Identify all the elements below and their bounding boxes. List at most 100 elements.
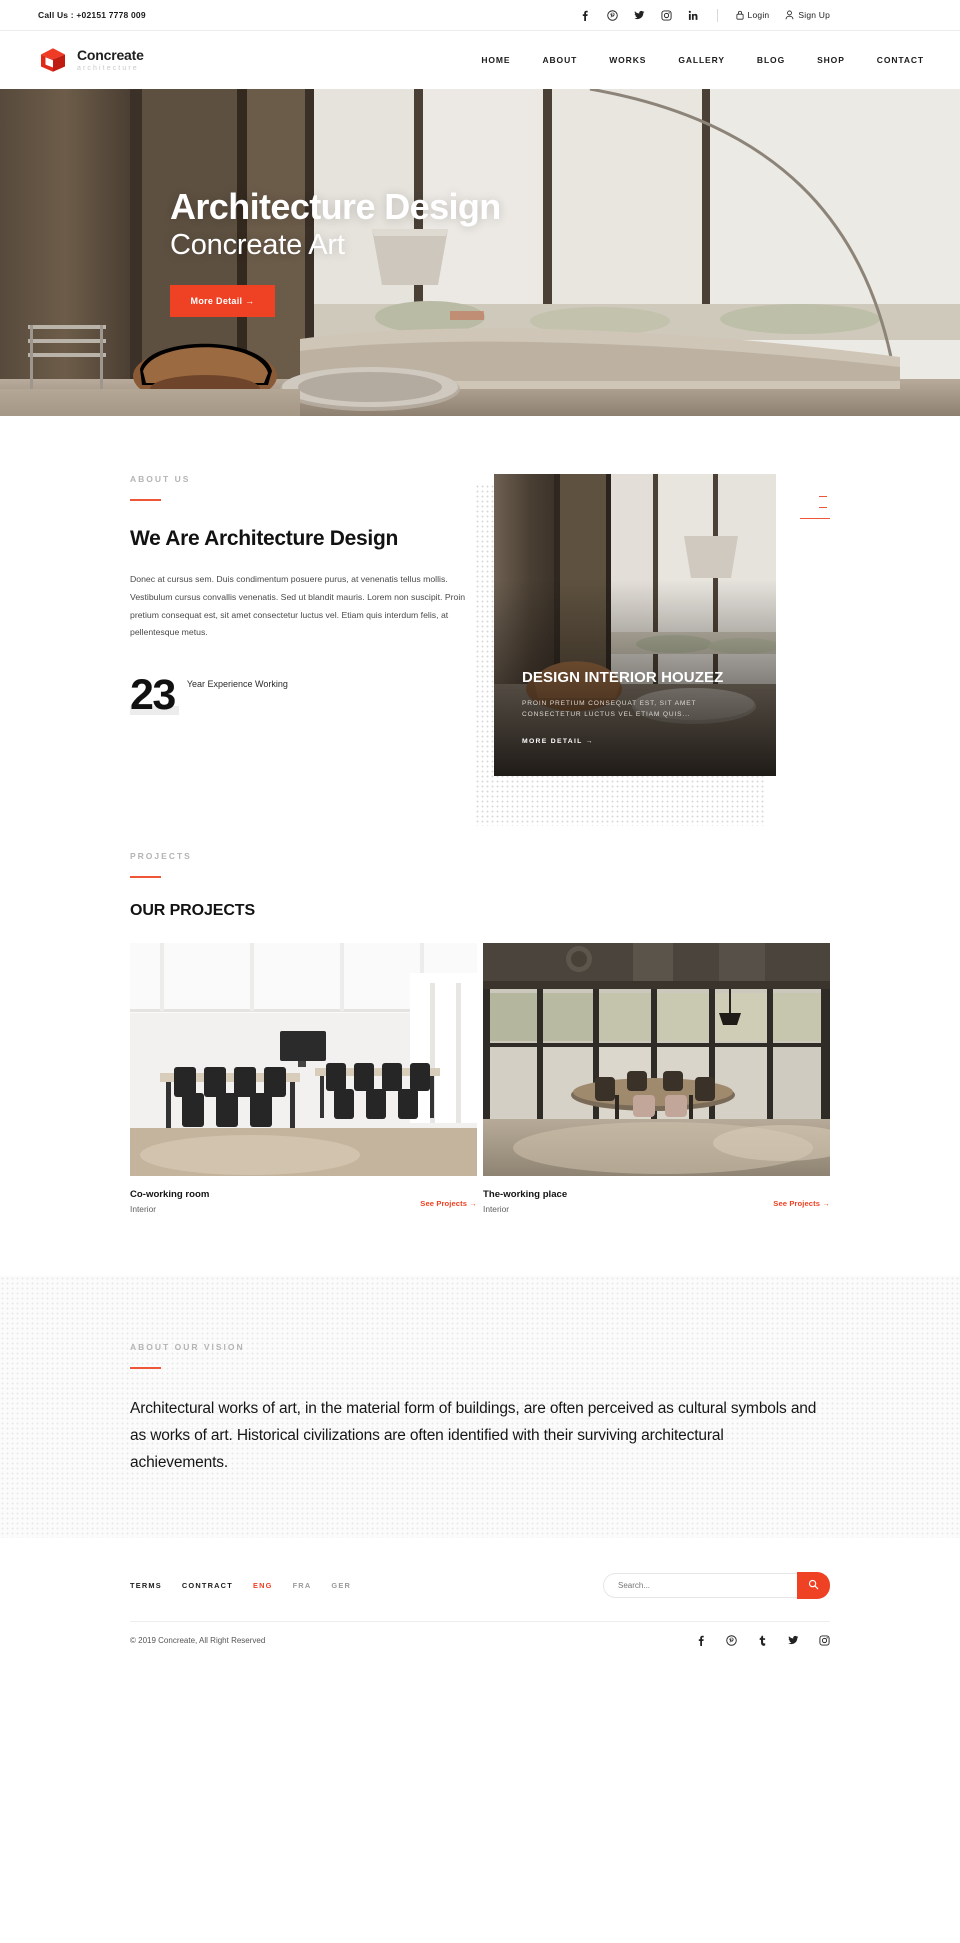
brand-text: Concreate architecture xyxy=(77,48,144,72)
projects-heading: OUR PROJECTS xyxy=(130,902,256,919)
about-card-link[interactable]: MORE DETAIL → xyxy=(522,738,594,745)
hero-subtitle: Concreate Art xyxy=(170,229,345,261)
projects-eyebrow: PROJECTS xyxy=(130,851,192,861)
brand-tagline: architecture xyxy=(77,65,139,72)
pinterest-icon[interactable] xyxy=(726,1635,737,1646)
login-label: Login xyxy=(747,10,770,20)
nav-item-gallery[interactable]: GALLERY xyxy=(662,55,741,65)
dot-pattern-bottom xyxy=(475,774,765,826)
facebook-icon[interactable] xyxy=(695,1635,706,1646)
hero-content: Architecture Design Concreate Art More D… xyxy=(170,89,501,416)
about-card-text: PROIN PRETIUM CONSEQUAT EST, SIT AMET CO… xyxy=(522,699,697,719)
experience-label: Year Experience Working xyxy=(186,679,288,690)
about-image-column: DESIGN INTERIOR HOUZEZ PROIN PRETIUM CON… xyxy=(475,474,830,826)
project-category: Interior xyxy=(483,1203,510,1214)
linkedin-icon[interactable] xyxy=(688,10,699,21)
top-bar: Call Us : +02151 7778 009 Login Sign Up xyxy=(0,0,960,31)
nav-item-contact[interactable]: CONTACT xyxy=(861,55,924,65)
nav-item-about[interactable]: ABOUT xyxy=(526,55,593,65)
copyright-text: © 2019 Concreate, All Right Reserved xyxy=(130,1635,266,1645)
project-see-projects-link[interactable]: See Projects → xyxy=(773,1189,830,1208)
instagram-icon[interactable] xyxy=(819,1635,830,1646)
user-icon xyxy=(785,10,794,20)
facebook-icon[interactable] xyxy=(580,10,591,21)
accent-tick-top xyxy=(819,496,827,497)
project-category: Interior xyxy=(130,1203,157,1214)
projects-grid: Co-working room Interior See Projects → xyxy=(130,942,830,1214)
nav-item-shop[interactable]: SHOP xyxy=(801,55,861,65)
pinterest-icon[interactable] xyxy=(606,9,618,21)
vision-statement: Architectural works of art, in the mater… xyxy=(130,1399,817,1471)
accent-tick-long xyxy=(800,518,830,519)
about-feature-card[interactable]: DESIGN INTERIOR HOUZEZ PROIN PRETIUM CON… xyxy=(494,474,776,776)
project-card[interactable]: Co-working room Interior See Projects → xyxy=(130,942,477,1214)
language-eng[interactable]: ENG xyxy=(253,1581,273,1590)
footer-social-links xyxy=(695,1635,830,1646)
project-title: The-working place xyxy=(483,1188,568,1200)
twitter-icon[interactable] xyxy=(788,1635,799,1646)
project-see-projects-link[interactable]: See Projects → xyxy=(420,1189,477,1208)
footer-top-row: TERMS CONTRACT ENG FRA GER xyxy=(130,1571,830,1599)
project-text: The-working place Interior xyxy=(483,1189,567,1214)
footer-container: TERMS CONTRACT ENG FRA GER Search... © 2… xyxy=(130,1571,830,1672)
projects-section: PROJECTS OUR PROJECTS Co-working room In… xyxy=(130,776,830,1214)
about-card-body: DESIGN INTERIOR HOUZEZ PROIN PRETIUM CON… xyxy=(522,669,758,748)
auth-links: Login Sign Up xyxy=(736,10,830,20)
about-section-container: ABOUT US We Are Architecture Design Done… xyxy=(130,416,830,1214)
page-root: Call Us : +02151 7778 009 Login Sign Up … xyxy=(0,0,960,1672)
vision-section: ABOUT OUR VISION Architectural works of … xyxy=(0,1275,960,1538)
search-submit-button[interactable] xyxy=(797,1571,830,1599)
about-heading: We Are Architecture Design xyxy=(130,527,398,550)
vision-rule xyxy=(130,1366,161,1369)
vision-eyebrow: ABOUT OUR VISION xyxy=(130,1341,245,1352)
main-navigation: HOME ABOUT WORKS GALLERY BLOG SHOP CONTA… xyxy=(465,55,924,65)
language-switcher: ENG FRA GER xyxy=(253,1581,351,1590)
vision-container: ABOUT OUR VISION Architectural works of … xyxy=(130,1342,830,1476)
project-image-working-place xyxy=(483,942,830,1176)
twitter-icon[interactable] xyxy=(633,10,645,21)
language-ger[interactable]: GER xyxy=(331,1581,351,1590)
top-bar-divider xyxy=(716,8,718,22)
search-box[interactable] xyxy=(603,1572,798,1598)
footer-links: TERMS CONTRACT xyxy=(130,1581,233,1590)
signup-link[interactable]: Sign Up xyxy=(785,10,830,20)
nav-item-home[interactable]: HOME xyxy=(465,55,526,65)
social-links xyxy=(580,9,699,21)
project-meta: The-working place Interior See Projects … xyxy=(483,1189,830,1214)
projects-rule xyxy=(130,876,161,878)
project-text: Co-working room Interior xyxy=(130,1189,209,1214)
project-meta: Co-working room Interior See Projects → xyxy=(130,1189,477,1214)
footer-search xyxy=(603,1571,830,1599)
project-card[interactable]: The-working place Interior See Projects … xyxy=(483,942,830,1214)
experience-stat: 23 Year Experience Working xyxy=(130,674,475,717)
tumblr-icon[interactable] xyxy=(757,1635,768,1646)
brand-logo[interactable]: Concreate architecture xyxy=(38,46,144,74)
accent-tick-mid xyxy=(819,507,827,508)
hero-banner: Architecture Design Concreate Art More D… xyxy=(0,89,960,416)
footer-link-terms[interactable]: TERMS xyxy=(130,1581,162,1590)
nav-item-blog[interactable]: BLOG xyxy=(741,55,801,65)
about-section: ABOUT US We Are Architecture Design Done… xyxy=(130,416,830,826)
about-paragraph: Donec at cursus sem. Duis condimentum po… xyxy=(130,573,466,638)
about-text-column: ABOUT US We Are Architecture Design Done… xyxy=(130,474,475,776)
top-bar-right: Login Sign Up xyxy=(580,8,830,22)
project-image-coworking-room xyxy=(130,942,477,1176)
signup-label: Sign Up xyxy=(798,10,830,20)
instagram-icon[interactable] xyxy=(661,9,672,21)
language-fra[interactable]: FRA xyxy=(293,1581,312,1590)
hero-more-detail-button[interactable]: More Detail → xyxy=(170,284,275,317)
phone-number: Call Us : +02151 7778 009 xyxy=(38,10,146,20)
about-rule xyxy=(130,499,161,501)
search-input[interactable] xyxy=(618,1580,783,1590)
hero-title: Architecture Design xyxy=(170,186,501,228)
footer-link-contract[interactable]: CONTRACT xyxy=(182,1581,233,1590)
experience-number: 23 xyxy=(130,674,179,717)
nav-item-works[interactable]: WORKS xyxy=(593,55,662,65)
project-title: Co-working room xyxy=(130,1188,210,1200)
lock-icon xyxy=(736,10,744,20)
site-footer: TERMS CONTRACT ENG FRA GER Search... © 2… xyxy=(0,1538,960,1672)
login-link[interactable]: Login xyxy=(736,10,770,20)
brand-name: Concreate xyxy=(77,47,144,63)
footer-bottom-row: © 2019 Concreate, All Right Reserved xyxy=(130,1620,830,1672)
about-card-heading: DESIGN INTERIOR HOUZEZ xyxy=(522,668,724,686)
